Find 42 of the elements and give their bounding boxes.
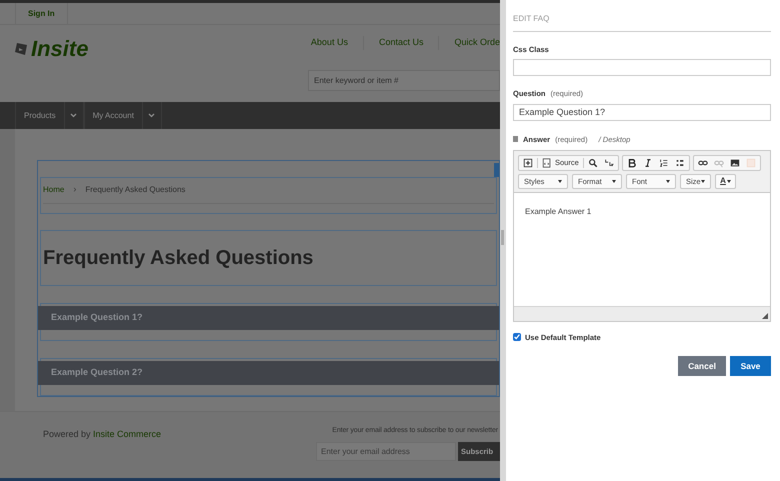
italic-icon bbox=[642, 158, 653, 168]
page-title: Frequently Asked Questions bbox=[43, 246, 314, 271]
resize-grip-icon[interactable] bbox=[762, 312, 768, 319]
caret-icon bbox=[701, 180, 705, 183]
document-icon bbox=[513, 136, 518, 142]
panel-title: EDIT FAQ bbox=[513, 13, 550, 25]
logo[interactable]: Insite bbox=[14, 38, 88, 60]
nav-link[interactable]: Quick Orde bbox=[454, 36, 500, 50]
image-icon bbox=[730, 158, 740, 168]
faq-question[interactable]: Example Question 2? bbox=[38, 361, 499, 385]
frame-icon bbox=[746, 158, 756, 168]
caret-icon bbox=[612, 180, 616, 183]
css-class-field[interactable] bbox=[513, 59, 771, 76]
caret-icon bbox=[726, 180, 731, 183]
question-field[interactable]: Example Question 1? bbox=[513, 104, 771, 120]
bold-icon bbox=[626, 158, 637, 168]
numbered-list-icon bbox=[658, 158, 669, 168]
answer-text: Example Answer 1 bbox=[525, 206, 592, 218]
email-field[interactable]: Enter your email address bbox=[316, 442, 456, 461]
replace-icon bbox=[604, 158, 614, 168]
search-field[interactable]: Enter keyword or item # bbox=[308, 70, 500, 91]
bulleted-list-icon bbox=[674, 158, 685, 168]
nav-link[interactable]: Contact Us bbox=[378, 36, 440, 50]
cancel-button[interactable]: Cancel bbox=[678, 356, 726, 376]
sign-in-link[interactable]: Sign In bbox=[15, 3, 68, 24]
breadcrumb-item[interactable]: Frequently Asked Questions bbox=[85, 184, 186, 196]
checkbox[interactable] bbox=[513, 333, 521, 342]
save-button[interactable]: Save bbox=[730, 356, 771, 376]
powered-by-text: Powered by Insite Commerce bbox=[43, 428, 162, 441]
edit-tab-marker[interactable] bbox=[494, 163, 499, 177]
text-color-button[interactable]: A bbox=[715, 174, 736, 189]
faq-question[interactable]: Example Question 1? bbox=[38, 306, 499, 330]
caret-icon bbox=[558, 180, 562, 183]
resize-handle[interactable] bbox=[501, 230, 504, 245]
search-icon bbox=[588, 158, 598, 168]
source-icon bbox=[542, 158, 552, 168]
caret-icon bbox=[666, 180, 670, 183]
insite-commerce-link[interactable]: Insite Commerce bbox=[93, 429, 162, 439]
nav-link[interactable]: About Us bbox=[310, 36, 364, 50]
breadcrumb-separator: › bbox=[73, 183, 76, 196]
breadcrumb-item[interactable]: Home bbox=[43, 184, 64, 196]
new-page-icon bbox=[523, 158, 533, 168]
